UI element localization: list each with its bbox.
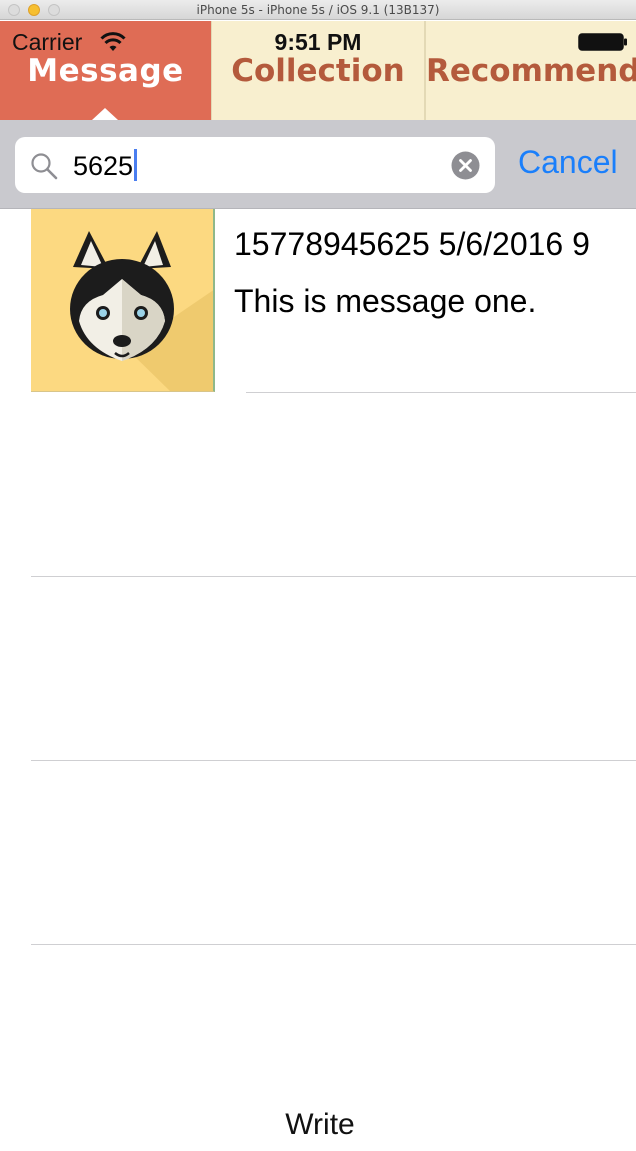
search-query-text: 5625: [73, 151, 134, 181]
text-cursor: [134, 149, 138, 181]
row-separator: [31, 576, 636, 577]
tab-message-label: Message: [27, 53, 184, 89]
search-input-value: 5625: [73, 149, 138, 182]
tab-collection-label: Collection: [231, 53, 405, 89]
clear-text-icon[interactable]: [451, 151, 480, 180]
battery-icon: [578, 33, 627, 51]
selected-tab-indicator: [92, 108, 118, 120]
search-input[interactable]: 5625: [15, 137, 495, 193]
row-separator: [31, 760, 636, 761]
simulator-title-bar: iPhone 5s - iPhone 5s / iOS 9.1 (13B137): [0, 0, 636, 20]
row-separator: [246, 392, 636, 393]
avatar: [31, 209, 215, 392]
cancel-button[interactable]: Cancel: [518, 144, 618, 181]
search-icon: [31, 153, 58, 180]
status-time: 9:51 PM: [274, 29, 362, 55]
row-separator: [31, 944, 636, 945]
message-title: 15778945625 5/6/2016 9: [234, 226, 590, 262]
tab-recommend-label: Recommend: [426, 53, 636, 89]
search-bar: 5625 Cancel: [0, 120, 636, 209]
write-button[interactable]: Write: [270, 1108, 370, 1142]
husky-dog-icon: [31, 209, 213, 391]
message-body: This is message one.: [234, 283, 537, 319]
window-title: iPhone 5s - iPhone 5s / iOS 9.1 (13B137): [196, 3, 440, 17]
